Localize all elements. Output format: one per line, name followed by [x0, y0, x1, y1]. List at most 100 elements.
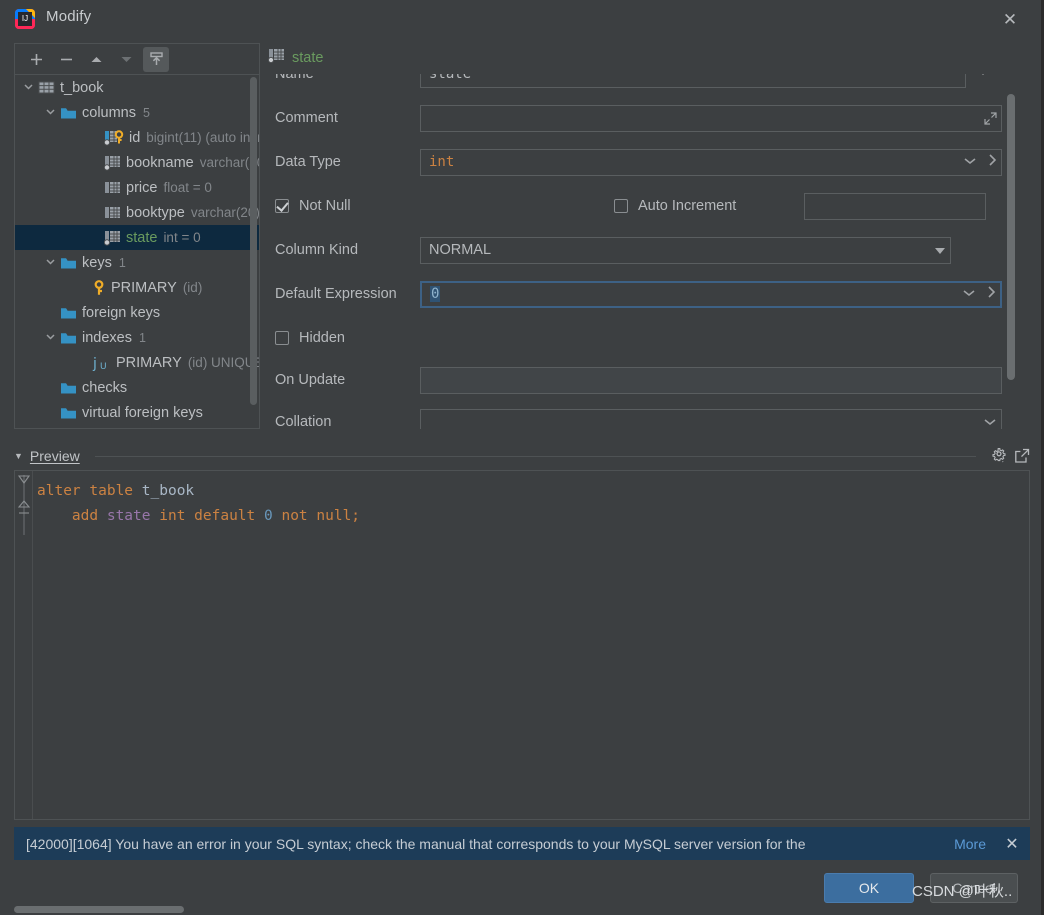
sql-token: default [194, 508, 264, 524]
column-kind-dropdown-icon[interactable] [934, 238, 946, 263]
data-type-label: Data Type [275, 154, 341, 170]
sql-token: state [106, 508, 160, 524]
object-tree-panel[interactable]: t_bookcolumns 5id bigint(11) (auto increme… [14, 74, 260, 429]
comment-input[interactable] [420, 104, 1002, 132]
index-unique-icon: jU [92, 355, 111, 371]
data-type-input[interactable]: int [420, 148, 1002, 176]
gear-dropdown-icon[interactable] [991, 448, 1007, 464]
form-vertical-scrollbar[interactable] [1007, 94, 1015, 380]
row-name: Name state [264, 74, 1020, 96]
folder-icon [60, 331, 77, 345]
auto-increment-label: Auto Increment [638, 198, 737, 214]
collation-select[interactable] [420, 408, 1002, 430]
tree-node-virtual-foreign-keys[interactable]: virtual foreign keys [15, 400, 259, 425]
sql-line: alter table t_book [37, 479, 360, 504]
tree-node-label: price [126, 179, 158, 196]
auto-increment-value-input[interactable] [804, 192, 986, 220]
tree-node-foreign-keys[interactable]: foreign keys [15, 300, 259, 325]
auto-increment-checkbox[interactable]: Auto Increment [614, 198, 804, 214]
comment-expand-icon[interactable] [984, 106, 997, 131]
tree-node-label: PRIMARY [116, 354, 182, 371]
error-close-icon[interactable]: ✕ [1002, 834, 1022, 854]
tree-node-detail: int = 0 [163, 230, 201, 245]
tree-node-price[interactable]: price float = 0 [15, 175, 259, 200]
data-type-chevron-right-icon[interactable] [987, 153, 997, 171]
data-type-chevron-down-icon[interactable] [963, 154, 977, 170]
on-update-input[interactable] [420, 366, 1002, 394]
form-header: state [267, 48, 324, 67]
tree-node-indexes[interactable]: indexes 1 [15, 325, 259, 350]
default-expression-chevron-down-icon[interactable] [962, 286, 976, 302]
table-icon [38, 80, 55, 95]
tree-node-t-book[interactable]: t_book [15, 75, 259, 100]
tree-node-label: state [126, 229, 158, 246]
tree-node-state[interactable]: state int = 0 [15, 225, 259, 250]
tree-node-checks[interactable]: checks [15, 375, 259, 400]
tree-horizontal-scrollbar[interactable] [14, 906, 184, 913]
sql-token: 0 [264, 508, 273, 524]
name-label: Name [275, 74, 314, 82]
move-down-button[interactable] [113, 47, 139, 72]
row-on-update: On Update [264, 358, 1020, 402]
hidden-checkbox[interactable]: Hidden [264, 330, 345, 346]
open-in-new-window-icon[interactable] [1014, 448, 1030, 464]
not-null-label: Not Null [299, 198, 351, 214]
name-input[interactable]: state [420, 74, 966, 88]
tree-node-booktype[interactable]: booktype varchar(20) [15, 200, 259, 225]
sql-code: alter table t_book add state int default… [37, 479, 360, 529]
tree-node-label: id [129, 129, 141, 146]
chevron-down-icon[interactable] [43, 256, 57, 270]
collapse-preview-icon[interactable]: ▼ [14, 451, 23, 461]
tree-rows: t_bookcolumns 5id bigint(11) (auto increme… [15, 75, 259, 425]
chevron-down-icon[interactable] [43, 331, 57, 345]
preview-title[interactable]: Preview [30, 448, 80, 464]
move-up-button[interactable] [83, 47, 109, 72]
ok-button[interactable]: OK [824, 873, 914, 903]
svg-text:IJ: IJ [22, 14, 28, 23]
tree-node-id[interactable]: id bigint(11) (auto increment) [15, 125, 259, 150]
sql-token: null; [316, 508, 361, 524]
tree-node-keys[interactable]: keys 1 [15, 250, 259, 275]
tree-node-bookname[interactable]: booknamevarchar(50) [15, 150, 259, 175]
tree-node-columns[interactable]: columns 5 [15, 100, 259, 125]
submit-icon-button[interactable] [143, 46, 169, 72]
row-data-type: Data Type int [264, 140, 1020, 184]
primary-key-column-icon [104, 129, 124, 146]
tree-toolbar [14, 43, 260, 74]
add-column-button[interactable] [23, 47, 49, 72]
column-kind-label: Column Kind [275, 242, 359, 258]
error-more-link[interactable]: More [954, 836, 986, 852]
tree-node-label: indexes [82, 329, 132, 346]
tree-node-count: 1 [118, 255, 126, 270]
chevron-down-icon[interactable] [21, 81, 35, 95]
sql-preview-editor[interactable]: alter table t_book add state int default… [14, 470, 1030, 820]
remove-column-button[interactable] [53, 47, 79, 72]
chevron-down-icon[interactable] [43, 106, 57, 120]
name-dropdown-icon[interactable] [978, 74, 988, 83]
sql-token: alter [37, 483, 90, 499]
column-kind-select[interactable]: NORMAL [420, 236, 951, 264]
default-expression-input[interactable]: 0 [420, 280, 1002, 308]
close-icon[interactable]: ✕ [998, 8, 1022, 32]
tree-node-primary[interactable]: j U PRIMARY (id) UNIQUE [15, 350, 259, 375]
error-banner: [42000][1064] You have an error in your … [14, 827, 1030, 860]
cancel-button[interactable]: Cancel [930, 873, 1018, 903]
sql-line: add state int default 0 not null; [37, 504, 360, 529]
default-expression-chevron-right-icon[interactable] [986, 285, 996, 303]
tree-vertical-scrollbar[interactable] [250, 77, 257, 405]
column-icon [104, 205, 121, 220]
column-notnull-icon [267, 48, 285, 67]
tree-node-detail: float = 0 [163, 180, 212, 195]
collation-chevron-down-icon[interactable] [983, 410, 997, 430]
column-properties-form: Name state Comment Data Type int Not Nul… [264, 74, 1020, 429]
column-notnull-icon [104, 230, 121, 246]
svg-text:j: j [92, 356, 97, 371]
form-header-label: state [292, 49, 324, 66]
tree-node-label: keys [82, 254, 112, 271]
folder-icon [60, 406, 77, 420]
tree-node-primary[interactable]: PRIMARY (id) [15, 275, 259, 300]
collation-label: Collation [275, 414, 332, 429]
tree-node-label: PRIMARY [111, 279, 177, 296]
hidden-label: Hidden [299, 330, 345, 346]
not-null-checkbox[interactable]: Not Null [264, 198, 614, 214]
